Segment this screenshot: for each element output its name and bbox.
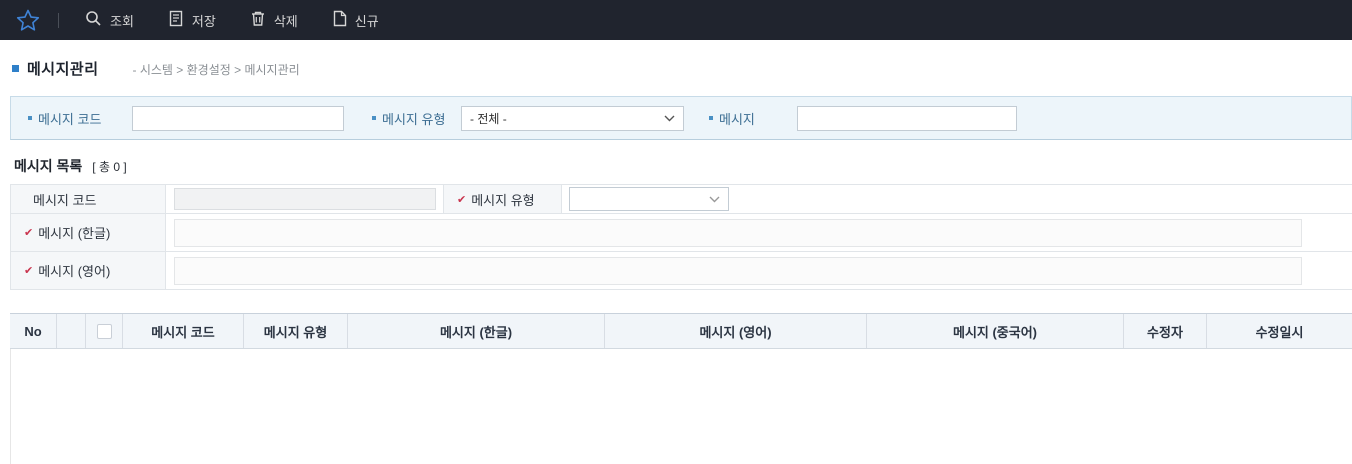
message-grid-header: No 메시지 코드 메시지 유형 메시지 (한글) 메시지 (영어) 메시지 (…: [10, 313, 1352, 349]
form-english-label: 메시지 (영어): [38, 264, 111, 279]
required-check-icon: ✔: [24, 227, 34, 239]
title-bullet-icon: [12, 65, 19, 72]
column-header-korean: 메시지 (한글): [348, 314, 605, 348]
form-type-label: 메시지 유형: [471, 192, 535, 208]
column-header-english: 메시지 (영어): [605, 314, 867, 348]
search-icon: [85, 10, 102, 30]
column-header-spacer: [57, 314, 86, 348]
form-row-english: ✔ 메시지 (영어): [11, 252, 1352, 290]
column-header-code: 메시지 코드: [123, 314, 244, 348]
trash-icon: [250, 10, 266, 30]
search-type-group: 메시지 유형 - 전체 -: [372, 105, 684, 131]
search-code-input[interactable]: [132, 105, 344, 131]
column-header-edit-date: 수정일시: [1255, 324, 1304, 340]
new-page-icon: [332, 10, 347, 30]
breadcrumb: - 시스템 > 환경설정 > 메시지관리: [132, 63, 300, 77]
form-code-label-cell: 메시지 코드: [11, 185, 166, 213]
required-check-icon: ✔: [24, 265, 34, 277]
search-type-label: 메시지 유형: [382, 111, 446, 127]
column-header-no: No: [10, 314, 57, 348]
column-header-editor: 수정자: [1124, 314, 1207, 348]
list-total-count: [ 총 0 ]: [92, 159, 127, 174]
search-message-group: 메시지: [709, 105, 1017, 131]
toolbar-divider: [58, 12, 59, 28]
required-check-icon: ✔: [457, 193, 467, 206]
document-icon: [168, 10, 184, 30]
top-toolbar: 조회 저장 삭제 신규: [0, 0, 1352, 40]
new-button[interactable]: 신규: [332, 10, 379, 30]
select-all-checkbox[interactable]: [96, 323, 112, 339]
search-type-select[interactable]: - 전체 -: [461, 105, 684, 131]
column-header-chinese: 메시지 (중국어): [867, 314, 1124, 348]
delete-button[interactable]: 삭제: [250, 10, 298, 30]
search-code-group: 메시지 코드: [28, 105, 344, 131]
new-button-label: 신규: [354, 13, 379, 29]
form-korean-label: 메시지 (한글): [38, 226, 111, 241]
message-detail-form: 메시지 코드 ✔ 메시지 유형 ✔ 메시지 (한글) ✔ 메시지 (영어): [10, 184, 1352, 290]
field-bullet-icon: [709, 116, 713, 120]
form-korean-input[interactable]: [174, 218, 1302, 247]
search-message-label: 메시지: [719, 111, 755, 127]
column-header-checkbox: [86, 314, 123, 348]
form-row-code-type: 메시지 코드 ✔ 메시지 유형: [11, 185, 1352, 214]
search-code-label: 메시지 코드: [38, 111, 102, 127]
chevron-down-icon: [664, 111, 675, 125]
favorite-star-icon[interactable]: [14, 6, 42, 34]
column-header-type: 메시지 유형: [244, 314, 348, 348]
query-button[interactable]: 조회: [85, 10, 134, 30]
list-title: 메시지 목록: [14, 158, 83, 174]
query-button-label: 조회: [110, 13, 134, 29]
page-title: 메시지관리: [27, 61, 99, 78]
form-korean-label-cell: ✔ 메시지 (한글): [11, 214, 166, 251]
list-section-header: 메시지 목록 [ 총 0 ]: [14, 156, 1352, 176]
form-code-label: 메시지 코드: [33, 192, 97, 208]
search-message-input[interactable]: [797, 105, 1017, 131]
save-button-label: 저장: [191, 13, 216, 29]
delete-button-label: 삭제: [273, 13, 298, 29]
message-grid-body-empty: [10, 349, 1352, 464]
form-row-korean: ✔ 메시지 (한글): [11, 214, 1352, 252]
form-type-label-cell: ✔ 메시지 유형: [443, 185, 562, 213]
save-button[interactable]: 저장: [168, 10, 216, 30]
chevron-down-icon: [709, 192, 720, 206]
search-type-selected-value: - 전체 -: [470, 111, 507, 126]
field-bullet-icon: [28, 116, 32, 120]
page-header: 메시지관리 - 시스템 > 환경설정 > 메시지관리: [12, 58, 1352, 79]
search-filter-panel: 메시지 코드 메시지 유형 - 전체 - 메시지: [10, 96, 1352, 140]
form-code-input[interactable]: [174, 188, 436, 210]
field-bullet-icon: [372, 116, 376, 120]
form-type-select[interactable]: [569, 187, 729, 211]
form-english-input[interactable]: [174, 256, 1302, 285]
form-english-label-cell: ✔ 메시지 (영어): [11, 252, 166, 289]
